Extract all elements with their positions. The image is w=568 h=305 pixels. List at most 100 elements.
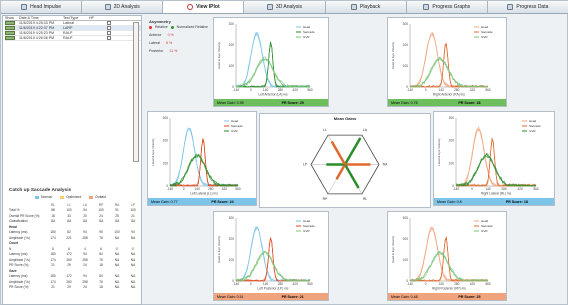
tab-bar: Head Impulse 2D Analysis View IPlot 3D A… (1, 1, 568, 14)
panel-right-posterior: 300 200 100 0 -140 0 140 280 420 560 Head & Eye Ve… (387, 211, 507, 301)
panel-left-lateral: 300 200 100 0 -140 0 140 280 420 560 Head & Eye Ve… (147, 111, 257, 206)
legend-label: Saccade (529, 124, 541, 128)
thumbnail-icon (5, 36, 15, 40)
cube-icon (266, 4, 273, 10)
show-checkbox[interactable] (107, 21, 111, 25)
tab-head-impulse[interactable]: Head Impulse (1, 1, 83, 13)
x-tick-label: 560 (307, 282, 313, 286)
series-trace (235, 237, 310, 282)
legend-label: GVR (481, 35, 488, 39)
tab-3d-analysis[interactable]: 3D Analysis (244, 1, 326, 13)
series-trace (169, 128, 239, 187)
x-axis-label: Left Lateral (LL) ms (190, 192, 218, 196)
y-tick-label: 300 (403, 216, 409, 220)
list-scrollbar[interactable] (133, 22, 139, 162)
series-trace (409, 236, 489, 282)
panel-right-lateral: 300 200 100 0 -140 0 140 280 420 560 Head & Eye Ve… (433, 111, 555, 206)
legend-label: Saccade (481, 224, 493, 228)
show-checkbox[interactable] (107, 36, 111, 40)
pr-score: PR Score: 21 (281, 294, 304, 299)
x-tick-label: 420 (470, 88, 476, 92)
series-trace (409, 236, 488, 282)
tab-playback[interactable]: Playback (326, 1, 407, 13)
test-type: RALP (63, 31, 73, 35)
legend-label: Head (481, 25, 489, 29)
y-tick-label: 200 (403, 43, 409, 47)
x-axis-label: Right Lateral (RL) ms (481, 192, 512, 196)
x-axis-label: Left Posterior (LP) ms (258, 287, 289, 291)
relative-dot-icon (149, 25, 152, 29)
x-tick-label: -140 (407, 88, 414, 92)
x-tick-label: 560 (485, 88, 491, 92)
col-show: Show (5, 16, 14, 20)
x-tick-label: -140 (233, 282, 240, 286)
legend-label: Head (303, 219, 311, 223)
x-axis-label: Right Posterior (RP) ms (432, 287, 466, 291)
series-trace (409, 45, 489, 88)
mean-gains-title: Mean Gains (334, 116, 357, 121)
x-tick-label: 420 (470, 282, 476, 286)
tab-label: Progress Graphs (432, 4, 471, 10)
series-trace (169, 128, 239, 187)
test-date: 11/6/2019 4:25:33 PM (19, 21, 55, 25)
table-cell: 18 (99, 285, 103, 290)
tab-label: 2D Analysis (113, 4, 140, 10)
x-tick-label: 140 (485, 187, 491, 191)
series-trace (455, 140, 537, 187)
row-label: PR Score (%) (9, 285, 29, 290)
show-checkbox[interactable] (107, 31, 111, 35)
show-checkbox[interactable] (107, 26, 111, 30)
series-trace (409, 226, 489, 282)
tab-progress-graphs[interactable]: Progress Graphs (407, 1, 488, 13)
series-trace (410, 32, 489, 88)
y-axis-label: Head & Eye Velocity (217, 235, 221, 263)
y-axis-label: Head & Eye Velocity (217, 41, 221, 69)
iplot-chart: 3002001000-140 0 140 280 420 560Head & Eye Ve… (391, 216, 493, 291)
series-trace (410, 226, 488, 282)
x-tick-label: -140 (453, 187, 460, 191)
axis-label: LL (323, 128, 327, 132)
asymmetry-row: Lateral 6 % (149, 41, 173, 45)
y-tick-label: 100 (163, 161, 169, 165)
x-tick-label: 0 (183, 187, 185, 191)
panel-footer: Mean Gain: 0.51 PR Score: 21 (214, 293, 328, 300)
x-tick-label: -140 (233, 88, 240, 92)
legend-optimized: Optimized (59, 195, 81, 199)
series-trace (169, 127, 238, 187)
x-tick-label: -140 (167, 187, 174, 191)
x-tick-label: 0 (425, 282, 427, 286)
test-type: Lateral (63, 21, 74, 25)
y-tick-label: 200 (163, 139, 169, 143)
asymmetry-legend: Relative Normalized Relative (149, 25, 209, 29)
pr-score: PR Score: 18 (458, 100, 481, 105)
table-cell: NA (130, 285, 136, 290)
y-axis-label: Head & Eye Velocity (391, 41, 395, 69)
gain-bar (335, 163, 347, 180)
col-type: Test Type (63, 16, 79, 20)
list-item[interactable]: 11/6/2019 4:26:06 PM RALP (5, 36, 141, 41)
tab-view-iplot[interactable]: View IPlot (163, 1, 245, 13)
x-tick-label: 0 (471, 187, 473, 191)
target-icon (187, 4, 194, 10)
asymmetry-row: Posterior 11 % (149, 49, 178, 53)
x-tick-label: 0 (250, 88, 252, 92)
test-type: LARP (63, 26, 73, 30)
legend-label: GVR (481, 229, 488, 233)
legend-label: Saccade (303, 224, 315, 228)
legend-label: GVR (303, 35, 310, 39)
y-tick-label: 200 (403, 237, 409, 241)
panel-left-anterior: 300 200 100 0 -140 0 140 280 420 560 Head & Eye Ve… (213, 17, 329, 107)
tab-2d-analysis[interactable]: 2D Analysis (82, 1, 164, 13)
legend-label: GVR (529, 129, 536, 133)
x-tick-label: 420 (293, 282, 299, 286)
series-trace (455, 128, 536, 187)
pr-score: PR Score: 18 (505, 199, 528, 204)
left-panel: Show Date & Time Test Type HF 11/6/2019 … (2, 15, 142, 305)
mean-gain: Mean Gain: 0.95 (217, 100, 244, 105)
series-trace (409, 42, 489, 88)
y-tick-label: 100 (403, 258, 409, 262)
pr-score: PR Score: 24 (211, 199, 234, 204)
axis-label: RA (383, 163, 388, 167)
tab-progress-data[interactable]: Progress Data (488, 1, 568, 13)
graph-icon (423, 4, 430, 10)
